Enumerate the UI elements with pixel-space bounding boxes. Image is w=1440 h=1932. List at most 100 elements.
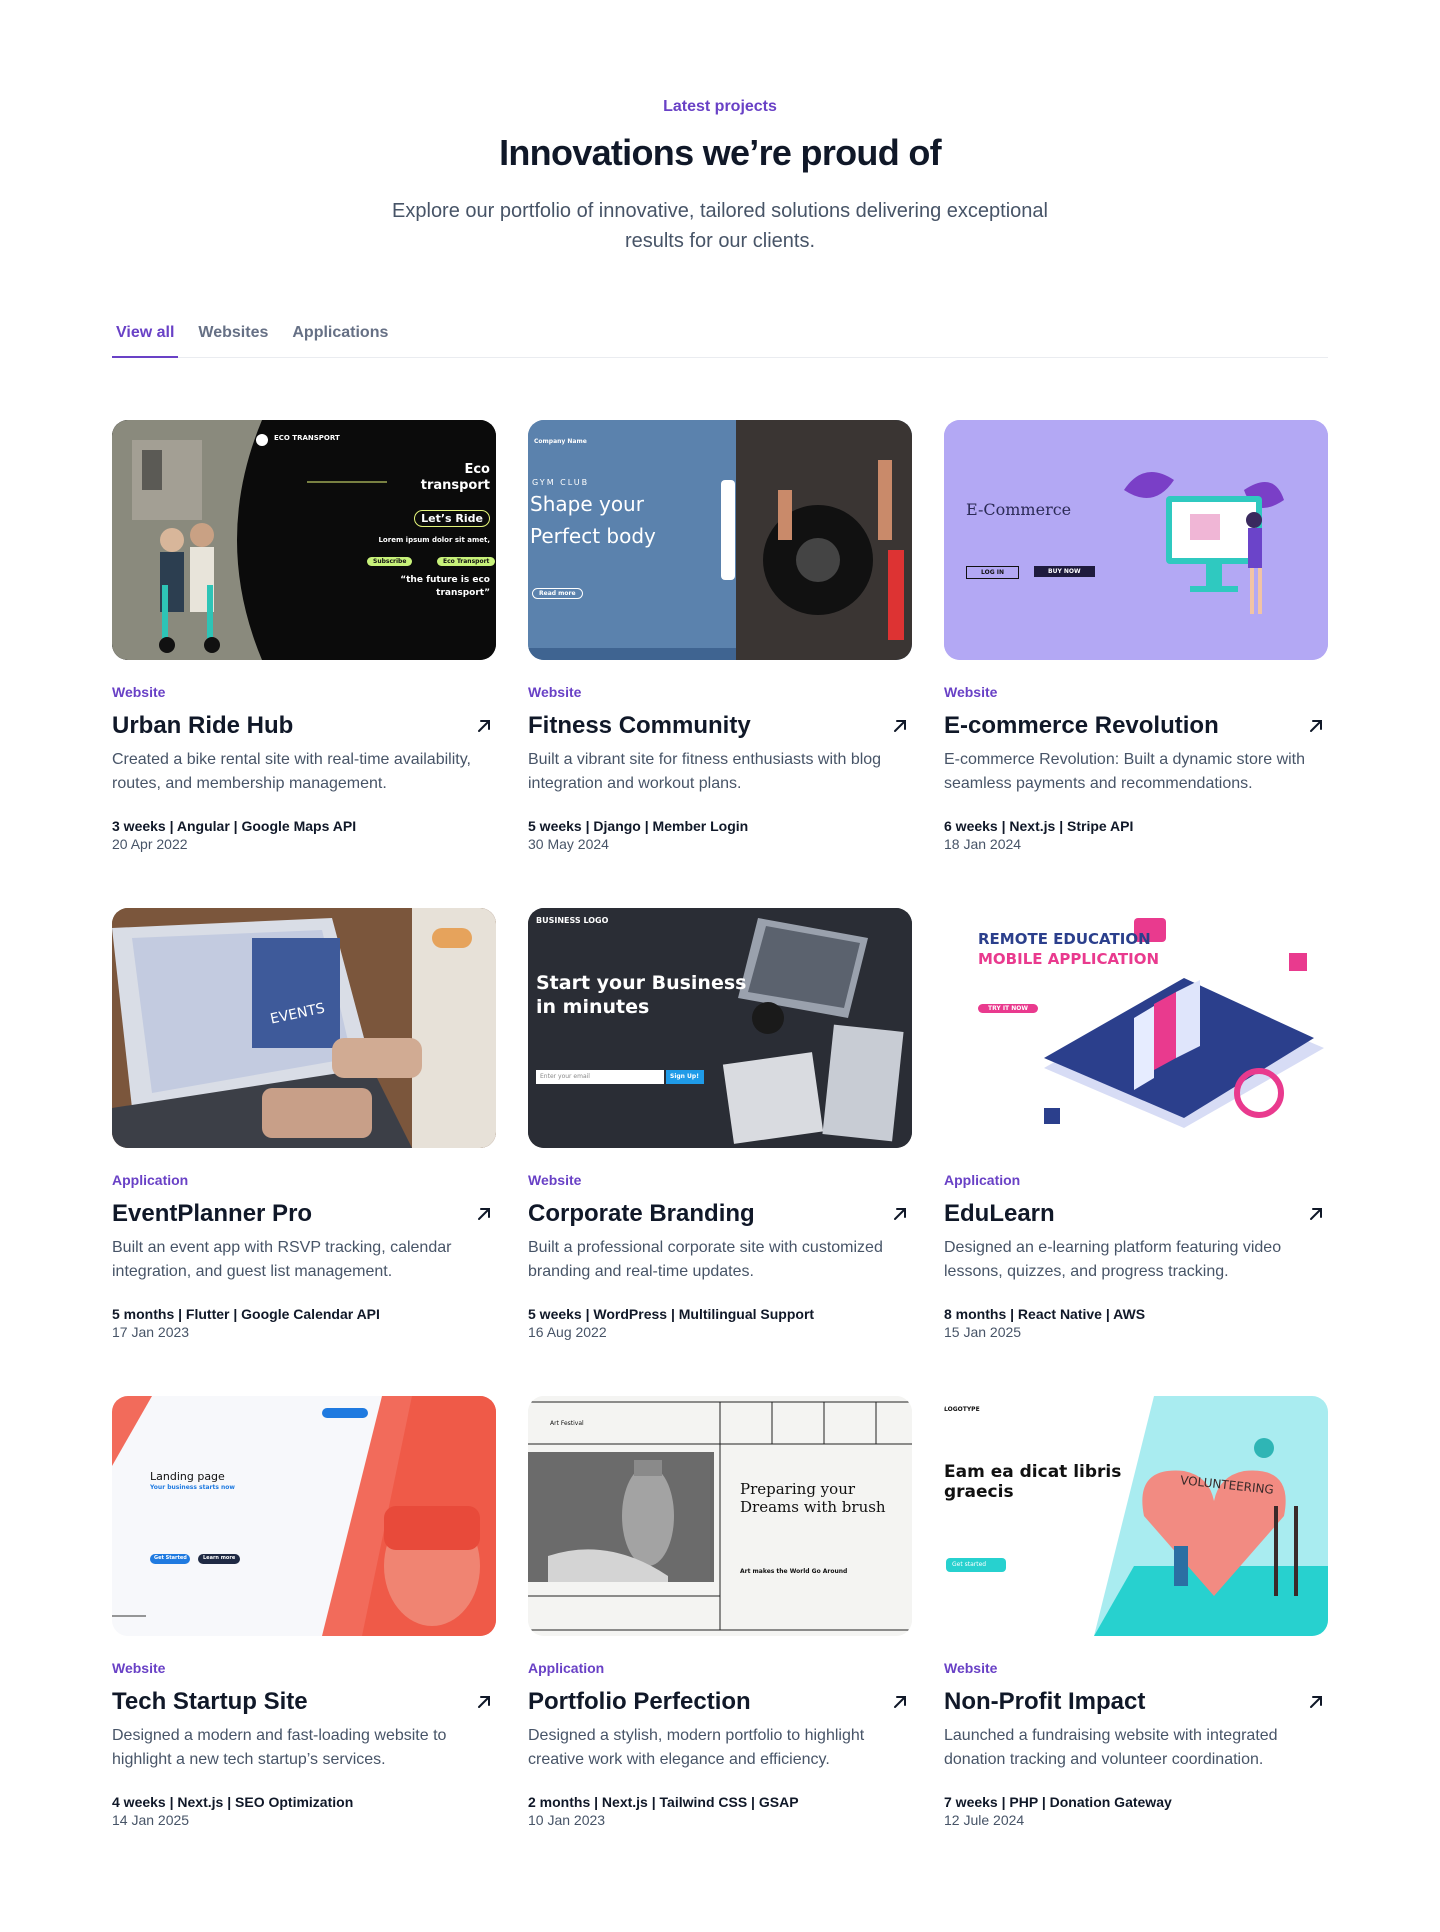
project-meta: 7 weeks | PHP | Donation Gateway (944, 1794, 1172, 1810)
tab-websites[interactable]: Websites (194, 320, 272, 358)
arrow-up-right-icon[interactable] (888, 714, 912, 738)
project-thumbnail: Art Festival Preparing your Dreams with … (528, 1396, 912, 1636)
project-description: Built a professional corporate site with… (528, 1239, 883, 1280)
thumbnail-text: Art makes the World Go Around (740, 1568, 848, 1575)
filter-tabs: View all Websites Applications (112, 320, 1328, 358)
project-description: Built an event app with RSVP tracking, c… (112, 1239, 452, 1280)
thumbnail-headline: graecis (944, 1482, 1014, 1502)
project-date: 20 Apr 2022 (112, 836, 188, 852)
project-date: 17 Jan 2023 (112, 1324, 190, 1340)
thumbnail-quote: “the future is eco (400, 575, 490, 585)
project-category: Application (944, 1172, 1021, 1188)
project-date: 30 May 2024 (528, 836, 609, 852)
project-category: Website (112, 1660, 166, 1676)
arrow-up-right-icon[interactable] (472, 714, 496, 738)
arrow-up-right-icon[interactable] (472, 1202, 496, 1226)
thumbnail-logo: BUSINESS LOGO (536, 916, 609, 925)
project-description: Designed a stylish, modern portfolio to … (528, 1727, 865, 1768)
thumbnail-button: Get started (952, 1561, 987, 1568)
arrow-up-right-icon[interactable] (1304, 1690, 1328, 1714)
project-title[interactable]: Tech Startup Site (112, 1688, 308, 1716)
thumbnail-cta: Let’s Ride (414, 510, 490, 527)
project-card[interactable]: ECO TRANSPORT Eco transport Let’s Ride L… (112, 420, 496, 860)
thumbnail-headline: Landing page (150, 1470, 225, 1483)
project-card[interactable]: Art Festival Preparing your Dreams with … (528, 1396, 912, 1836)
project-title[interactable]: E-commerce Revolution (944, 712, 1219, 740)
thumbnail-button: Get Started (154, 1555, 187, 1561)
project-thumbnail: Company Name GYM CLUB Shape your Perfect… (528, 420, 912, 660)
project-date: 15 Jan 2025 (944, 1324, 1022, 1340)
project-card[interactable]: LOGOTYPE Eam ea dicat libris graecis Get… (944, 1396, 1328, 1836)
project-category: Website (944, 684, 998, 700)
thumbnail-button: Eco Transport (437, 557, 496, 566)
project-category: Website (112, 684, 166, 700)
project-description: Launched a fundraising website with inte… (944, 1727, 1278, 1768)
project-card[interactable]: E-Commerce LOG IN BUY NOW Website E-comm… (944, 420, 1328, 860)
project-card[interactable]: REMOTE EDUCATION MOBILE APPLICATION TRY … (944, 908, 1328, 1348)
project-category: Application (112, 1172, 189, 1188)
thumbnail-headline: Eam ea dicat libris (944, 1462, 1122, 1482)
project-description: Built a vibrant site for fitness enthusi… (528, 751, 882, 792)
project-title[interactable]: EventPlanner Pro (112, 1200, 312, 1228)
thumbnail-headline: transport (420, 478, 490, 493)
thumbnail-illustration (944, 1396, 1328, 1636)
thumbnail-button: Learn more (203, 1555, 236, 1561)
project-meta: 2 months | Next.js | Tailwind CSS | GSAP (528, 1794, 799, 1810)
project-meta: 5 weeks | WordPress | Multilingual Suppo… (528, 1306, 815, 1322)
project-title[interactable]: Urban Ride Hub (112, 712, 293, 740)
tab-view-all[interactable]: View all (112, 320, 179, 358)
project-date: 10 Jan 2023 (528, 1812, 606, 1828)
tab-applications[interactable]: Applications (288, 320, 392, 358)
project-title[interactable]: Portfolio Perfection (528, 1688, 751, 1716)
project-thumbnail: Landing page Your business starts now Ge… (112, 1396, 496, 1636)
project-meta: 5 weeks | Django | Member Login (528, 818, 749, 834)
thumbnail-headline: Shape your (530, 492, 644, 516)
arrow-up-right-icon[interactable] (888, 1202, 912, 1226)
project-description: Designed a modern and fast-loading websi… (112, 1727, 447, 1768)
thumbnail-headline: in minutes (536, 996, 650, 1018)
project-card[interactable]: EVENTS Application EventPlanner Pro Buil… (112, 908, 496, 1348)
thumbnail-logo: ECO TRANSPORT (274, 434, 340, 442)
project-date: 14 Jan 2025 (112, 1812, 190, 1828)
arrow-up-right-icon[interactable] (472, 1690, 496, 1714)
thumbnail-illustration (944, 420, 1328, 660)
thumbnail-input: Enter your email (540, 1073, 590, 1080)
thumbnail-logo: LOGOTYPE (944, 1406, 980, 1413)
project-title[interactable]: Non-Profit Impact (944, 1688, 1145, 1716)
project-meta: 5 months | Flutter | Google Calendar API (112, 1306, 380, 1322)
project-meta: 4 weeks | Next.js | SEO Optimization (112, 1794, 354, 1810)
project-date: 18 Jan 2024 (944, 836, 1022, 852)
arrow-up-right-icon[interactable] (888, 1690, 912, 1714)
project-date: 12 Jule 2024 (944, 1812, 1025, 1828)
arrow-up-right-icon[interactable] (1304, 714, 1328, 738)
project-meta: 8 months | React Native | AWS (944, 1306, 1146, 1322)
project-description: Created a bike rental site with real-tim… (112, 751, 471, 792)
thumbnail-illustration (528, 908, 912, 1148)
project-thumbnail: EVENTS (112, 908, 496, 1148)
project-title[interactable]: EduLearn (944, 1200, 1055, 1228)
project-card[interactable]: Landing page Your business starts now Ge… (112, 1396, 496, 1836)
thumbnail-button: TRY IT NOW (978, 1004, 1038, 1013)
thumbnail-button: Sign Up! (670, 1073, 699, 1080)
thumbnail-button: BUY NOW (1034, 566, 1095, 577)
arrow-up-right-icon[interactable] (1304, 1202, 1328, 1226)
section-title: Innovations we’re proud of (499, 132, 942, 173)
project-category: Website (528, 1172, 582, 1188)
project-thumbnail: E-Commerce LOG IN BUY NOW (944, 420, 1328, 660)
section-eyebrow: Latest projects (663, 98, 777, 115)
thumbnail-illustration (112, 1396, 496, 1636)
thumbnail-headline: MOBILE APPLICATION (978, 950, 1160, 968)
project-title[interactable]: Corporate Branding (528, 1200, 755, 1228)
project-category: Application (528, 1660, 605, 1676)
thumbnail-logo: Art Festival (550, 1420, 584, 1427)
project-category: Website (944, 1660, 998, 1676)
project-thumbnail: BUSINESS LOGO Start your Business in min… (528, 908, 912, 1148)
project-title[interactable]: Fitness Community (528, 712, 751, 740)
thumbnail-text: Lorem ipsum dolor sit amet, (378, 536, 490, 544)
project-card[interactable]: Company Name GYM CLUB Shape your Perfect… (528, 420, 912, 860)
thumbnail-text: GYM CLUB (532, 478, 590, 487)
project-card[interactable]: BUSINESS LOGO Start your Business in min… (528, 908, 912, 1348)
thumbnail-button: LOG IN (966, 566, 1019, 579)
thumbnail-text: Your business starts now (150, 1484, 235, 1491)
thumbnail-headline: Eco (464, 462, 490, 477)
